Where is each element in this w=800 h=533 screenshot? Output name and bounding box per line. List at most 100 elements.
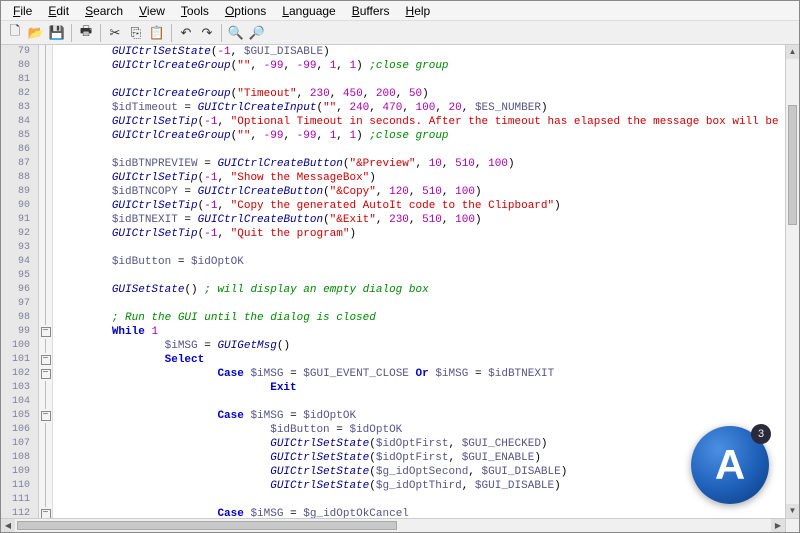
line-number: 109 — [1, 465, 34, 479]
menu-language[interactable]: Language — [274, 2, 343, 20]
line-number: 94 — [1, 255, 34, 269]
code-line[interactable]: Exit — [59, 381, 799, 395]
code-line[interactable]: $iMSG = GUIGetMsg() — [59, 339, 799, 353]
scroll-right-arrow-icon[interactable]: ▶ — [771, 519, 785, 532]
undo-icon[interactable]: ↶ — [176, 23, 196, 43]
code-line[interactable]: $idBTNCOPY = GUICtrlCreateButton("&Copy"… — [59, 185, 799, 199]
line-number: 86 — [1, 143, 34, 157]
fold-toggle-icon[interactable] — [39, 367, 52, 381]
fold-toggle-icon[interactable] — [39, 409, 52, 423]
scroll-up-arrow-icon[interactable]: ▲ — [786, 45, 799, 59]
line-number: 99 — [1, 325, 34, 339]
horizontal-scrollbar[interactable]: ◀ ▶ — [1, 518, 785, 532]
menu-edit[interactable]: Edit — [40, 2, 77, 20]
vertical-scrollbar[interactable]: ▲ ▼ — [785, 45, 799, 518]
line-number: 84 — [1, 115, 34, 129]
menu-help[interactable]: Help — [398, 2, 439, 20]
code-line[interactable]: Select — [59, 353, 799, 367]
open-file-icon[interactable]: 📂 — [26, 23, 46, 43]
code-area[interactable]: GUICtrlSetState(-1, $GUI_DISABLE) GUICtr… — [53, 45, 799, 518]
fold-toggle-icon[interactable] — [39, 507, 52, 518]
line-number: 91 — [1, 213, 34, 227]
toolbar: 🗋📂💾 🖶 ✂⎘📋 ↶↷ 🔍🔎 — [1, 21, 799, 45]
code-line[interactable]: ; Run the GUI until the dialog is closed — [59, 311, 799, 325]
code-line[interactable]: GUICtrlCreateGroup("", -99, -99, 1, 1) ;… — [59, 129, 799, 143]
fold-guide — [39, 479, 52, 493]
code-line[interactable]: $idButton = $idOptOK — [59, 255, 799, 269]
copy-icon[interactable]: ⎘ — [126, 23, 146, 43]
find-icon[interactable]: 🔍 — [226, 23, 246, 43]
fold-guide — [39, 423, 52, 437]
line-number: 110 — [1, 479, 34, 493]
fold-toggle-icon[interactable] — [39, 325, 52, 339]
code-line[interactable]: Case $iMSG = $GUI_EVENT_CLOSE Or $iMSG =… — [59, 367, 799, 381]
code-line[interactable]: GUICtrlSetTip(-1, "Optional Timeout in s… — [59, 115, 799, 129]
code-line[interactable]: GUICtrlSetState($idOptFirst, $GUI_ENABLE… — [59, 451, 799, 465]
line-number: 105 — [1, 409, 34, 423]
fold-guide — [39, 283, 52, 297]
paste-icon[interactable]: 📋 — [147, 23, 167, 43]
code-line[interactable]: GUICtrlCreateGroup("Timeout", 230, 450, … — [59, 87, 799, 101]
fold-guide — [39, 185, 52, 199]
fold-guide — [39, 213, 52, 227]
code-line[interactable]: GUICtrlSetState($idOptFirst, $GUI_CHECKE… — [59, 437, 799, 451]
menu-view[interactable]: View — [131, 2, 173, 20]
fold-guide — [39, 255, 52, 269]
fold-guide — [39, 339, 52, 353]
cut-icon[interactable]: ✂ — [105, 23, 125, 43]
code-line[interactable]: $idBTNEXIT = GUICtrlCreateButton("&Exit"… — [59, 213, 799, 227]
code-line[interactable]: GUISetState() ; will display an empty di… — [59, 283, 799, 297]
fold-guide — [39, 101, 52, 115]
code-line[interactable] — [59, 297, 799, 311]
code-line[interactable]: Case $iMSG = $idOptOK — [59, 409, 799, 423]
new-file-icon[interactable]: 🗋 — [5, 23, 25, 43]
logo-superscript: 3 — [751, 424, 771, 444]
code-line[interactable]: GUICtrlCreateGroup("", -99, -99, 1, 1) ;… — [59, 59, 799, 73]
code-line[interactable] — [59, 143, 799, 157]
fold-column[interactable] — [39, 45, 53, 518]
menu-search[interactable]: Search — [77, 2, 131, 20]
line-number: 92 — [1, 227, 34, 241]
code-line[interactable]: $idButton = $idOptOK — [59, 423, 799, 437]
fold-guide — [39, 493, 52, 507]
vertical-scroll-thumb[interactable] — [788, 105, 797, 225]
line-number: 81 — [1, 73, 34, 87]
menu-options[interactable]: Options — [217, 2, 274, 20]
code-line[interactable] — [59, 493, 799, 507]
code-line[interactable]: GUICtrlSetTip(-1, "Quit the program") — [59, 227, 799, 241]
code-line[interactable]: GUICtrlSetState(-1, $GUI_DISABLE) — [59, 45, 799, 59]
code-line[interactable]: $idTimeout = GUICtrlCreateInput("", 240,… — [59, 101, 799, 115]
fold-guide — [39, 451, 52, 465]
code-line[interactable]: GUICtrlSetTip(-1, "Show the MessageBox") — [59, 171, 799, 185]
code-line[interactable]: GUICtrlSetState($g_idOptThird, $GUI_DISA… — [59, 479, 799, 493]
menu-buffers[interactable]: Buffers — [344, 2, 398, 20]
code-line[interactable]: GUICtrlSetTip(-1, "Copy the generated Au… — [59, 199, 799, 213]
code-line[interactable] — [59, 241, 799, 255]
save-file-icon[interactable]: 💾 — [47, 23, 67, 43]
code-line[interactable] — [59, 269, 799, 283]
fold-guide — [39, 437, 52, 451]
scroll-left-arrow-icon[interactable]: ◀ — [1, 519, 15, 532]
code-line[interactable] — [59, 73, 799, 87]
code-editor[interactable]: 7980818283848586878889909192939495969798… — [1, 45, 799, 518]
code-line[interactable]: While 1 — [59, 325, 799, 339]
line-number: 111 — [1, 493, 34, 507]
toolbar-separator — [71, 24, 72, 42]
line-number: 108 — [1, 451, 34, 465]
code-line[interactable]: Case $iMSG = $g_idOptOkCancel — [59, 507, 799, 518]
line-number: 89 — [1, 185, 34, 199]
code-line[interactable]: $idBTNPREVIEW = GUICtrlCreateButton("&Pr… — [59, 157, 799, 171]
menu-tools[interactable]: Tools — [173, 2, 217, 20]
toolbar-separator — [100, 24, 101, 42]
line-number: 104 — [1, 395, 34, 409]
code-line[interactable] — [59, 395, 799, 409]
scroll-down-arrow-icon[interactable]: ▼ — [786, 504, 799, 518]
find-replace-icon[interactable]: 🔎 — [247, 23, 267, 43]
fold-guide — [39, 143, 52, 157]
code-line[interactable]: GUICtrlSetState($g_idOptSecond, $GUI_DIS… — [59, 465, 799, 479]
horizontal-scroll-thumb[interactable] — [17, 521, 397, 530]
redo-icon[interactable]: ↷ — [197, 23, 217, 43]
fold-toggle-icon[interactable] — [39, 353, 52, 367]
print-icon[interactable]: 🖶 — [76, 23, 96, 43]
menu-file[interactable]: File — [5, 2, 40, 20]
